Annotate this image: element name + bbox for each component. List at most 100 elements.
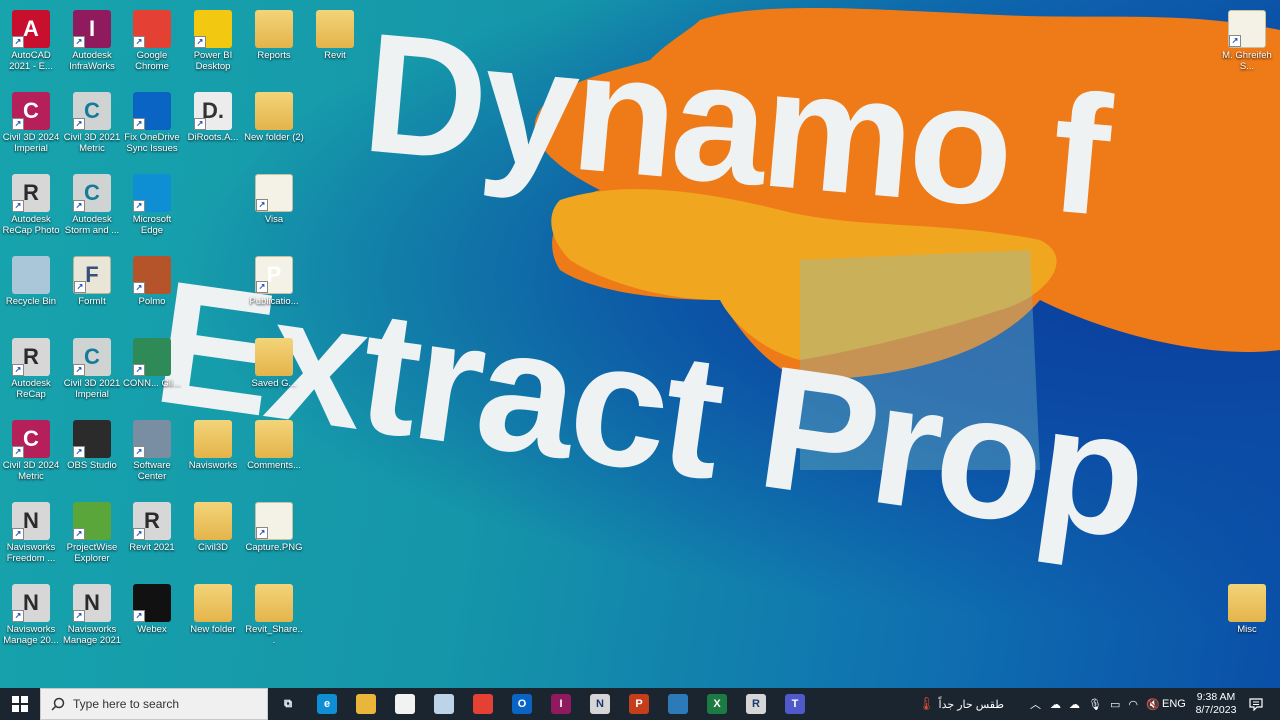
desktop-icon[interactable]: ↗ M. Ghreifeh S... <box>1216 4 1278 84</box>
desktop-icon[interactable]: Revit <box>304 4 366 84</box>
desktop-icon[interactable]: C ↗ Autodesk Storm and ... <box>61 168 123 248</box>
desktop-icon[interactable]: N ↗ Navisworks Manage 20... <box>0 578 62 658</box>
desktop-icon-label: Polmo <box>138 296 166 307</box>
desktop-icon[interactable]: Misc <box>1216 578 1278 658</box>
desktop-icon[interactable]: ↗ Microsoft Edge <box>121 168 183 248</box>
desktop-icon[interactable]: C ↗ Civil 3D 2024 Imperial <box>0 86 62 166</box>
taskbar-app-revit[interactable]: R <box>738 688 774 720</box>
weather-text: طقس حار جداً <box>938 698 1005 711</box>
taskbar-app-infraworks[interactable]: I <box>543 688 579 720</box>
desktop-icon[interactable]: New folder <box>182 578 244 658</box>
taskbar-app-edge[interactable]: e <box>309 688 345 720</box>
show-hidden-icons-chevron[interactable]: ︿ <box>1030 696 1041 712</box>
desktop-icon[interactable]: Reports <box>243 4 305 84</box>
desktop-icon-label: Navisworks Freedom ... <box>6 542 56 564</box>
shortcut-arrow-icon: ↗ <box>12 36 24 48</box>
task-view-icon: ⧉ <box>278 694 298 714</box>
taskbar-app-excel[interactable]: X <box>699 688 735 720</box>
recap-photo-icon: R ↗ <box>12 174 50 212</box>
desktop-icon[interactable]: C ↗ Civil 3D 2024 Metric <box>0 414 62 494</box>
desktop-icon[interactable]: A ↗ AutoCAD 2021 - E... <box>0 4 62 84</box>
desktop-icon-label: Civil 3D 2024 Imperial <box>2 132 60 154</box>
desktop-icon[interactable]: New folder (2) <box>243 86 305 166</box>
weather-widget[interactable]: 🌡 طقس حار جداً <box>918 688 1004 720</box>
folder-icon <box>255 420 293 458</box>
shortcut-arrow-icon: ↗ <box>73 118 85 130</box>
desktop-icon[interactable]: C ↗ Civil 3D 2021 Imperial <box>61 332 123 412</box>
powerpoint-icon: P <box>629 694 649 714</box>
start-button[interactable] <box>0 688 40 720</box>
desktop-icon[interactable]: Recycle Bin <box>0 250 62 330</box>
desktop-icon[interactable]: D. ↗ DiRoots.A... <box>182 86 244 166</box>
desktop-icon[interactable]: Navisworks <box>182 414 244 494</box>
clock[interactable]: 9:38 AM 8/7/2023 <box>1194 688 1238 720</box>
windows-logo-icon <box>12 696 28 712</box>
desktop-icon[interactable]: ↗ Software Center <box>121 414 183 494</box>
shortcut-arrow-icon: ↗ <box>12 118 24 130</box>
desktop-icon[interactable]: R ↗ Autodesk ReCap Photo <box>0 168 62 248</box>
shortcut-arrow-icon: ↗ <box>74 281 86 293</box>
taskbar-app-powerpoint[interactable]: P <box>621 688 657 720</box>
taskbar-app-teams[interactable]: T <box>777 688 813 720</box>
shortcut-arrow-icon: ↗ <box>194 36 206 48</box>
taskbar-app-paint[interactable] <box>426 688 462 720</box>
taskbar-app-task-view[interactable]: ⧉ <box>270 688 306 720</box>
notifications-button[interactable] <box>1246 688 1266 720</box>
desktop-icon[interactable]: C ↗ Civil 3D 2021 Metric <box>61 86 123 166</box>
desktop-icon[interactable]: N ↗ Navisworks Manage 2021 <box>61 578 123 658</box>
desktop-icon[interactable]: R ↗ Autodesk ReCap <box>0 332 62 412</box>
desktop-icon-label: Autodesk InfraWorks <box>69 50 115 72</box>
desktop-icon[interactable]: ↗ Webex <box>121 578 183 658</box>
desktop-icon[interactable]: ↗ Fix OneDrive Sync Issues <box>121 86 183 166</box>
desktop-icon[interactable]: Saved G... <box>243 332 305 412</box>
powerbi-icon: ↗ <box>194 10 232 48</box>
desktop-icon-label: Reports <box>257 50 291 61</box>
microphone-icon[interactable]: 🎙 <box>1088 698 1102 711</box>
folder-icon <box>255 10 293 48</box>
autocad-icon: A ↗ <box>12 10 50 48</box>
taskbar-app-photos[interactable] <box>660 688 696 720</box>
store-icon <box>395 694 415 714</box>
desktop-icon-label: Recycle Bin <box>5 296 57 307</box>
desktop-icon[interactable]: ↗ Power BI Desktop <box>182 4 244 84</box>
onedrive-tray-icon-2[interactable]: ☁ <box>1069 698 1080 711</box>
desktop-icon[interactable]: ↗ Capture.PNG <box>243 496 305 576</box>
desktop-icon[interactable]: I ↗ Autodesk InfraWorks <box>61 4 123 84</box>
taskbar-app-store[interactable] <box>387 688 423 720</box>
desktop-icon[interactable]: ↗ Visa <box>243 168 305 248</box>
desktop-icon[interactable]: ↗ Google Chrome <box>121 4 183 84</box>
desktop-icon-label: Publicatio... <box>249 296 299 307</box>
desktop-icon[interactable]: N ↗ Navisworks Freedom ... <box>0 496 62 576</box>
taskbar-search[interactable]: Type here to search <box>40 688 268 720</box>
desktop-icon[interactable]: Revit_Share... <box>243 578 305 658</box>
language-indicator[interactable]: ENG <box>1162 688 1186 720</box>
desktop-icon[interactable]: ↗ Polmo <box>121 250 183 330</box>
onedrive-tray-icon[interactable]: ☁ <box>1050 698 1061 711</box>
pdf-file-icon: ↗ <box>255 174 293 212</box>
desktop-icon[interactable]: Comments... <box>243 414 305 494</box>
desktop-icon-label: Capture.PNG <box>245 542 303 553</box>
folder-icon <box>194 502 232 540</box>
taskbar-app-file-explorer[interactable] <box>348 688 384 720</box>
taskbar-app-outlook[interactable]: O <box>504 688 540 720</box>
storm-sanitary-icon: C ↗ <box>73 174 111 212</box>
clock-time: 9:38 AM <box>1196 691 1236 703</box>
desktop-icon[interactable]: ↗ CONN... Gli... <box>121 332 183 412</box>
desktop-icon[interactable]: ↗ ProjectWise Explorer <box>61 496 123 576</box>
taskbar-app-navisworks[interactable]: N <box>582 688 618 720</box>
desktop-icon-label: Civil 3D 2021 Metric <box>63 132 121 154</box>
outlook-icon: O <box>512 694 532 714</box>
taskbar-app-chrome[interactable] <box>465 688 501 720</box>
wifi-icon[interactable]: ◠ <box>1128 698 1138 711</box>
desktop-icon[interactable]: P ↗ Publicatio... <box>243 250 305 330</box>
battery-icon[interactable]: ▭ <box>1110 698 1120 711</box>
shortcut-arrow-icon: ↗ <box>73 36 85 48</box>
desktop-icon-label: ProjectWise Explorer <box>66 542 118 564</box>
desktop-icon[interactable]: F ↗ FormIt <box>61 250 123 330</box>
desktop-icon[interactable]: Civil3D <box>182 496 244 576</box>
desktop-icon[interactable]: R ↗ Revit 2021 <box>121 496 183 576</box>
shortcut-arrow-icon: ↗ <box>133 610 145 622</box>
title-line-1: Dynamo f <box>357 0 1118 252</box>
desktop-icon[interactable]: ↗ OBS Studio <box>61 414 123 494</box>
volume-muted-icon[interactable]: 🔇 <box>1146 698 1160 711</box>
